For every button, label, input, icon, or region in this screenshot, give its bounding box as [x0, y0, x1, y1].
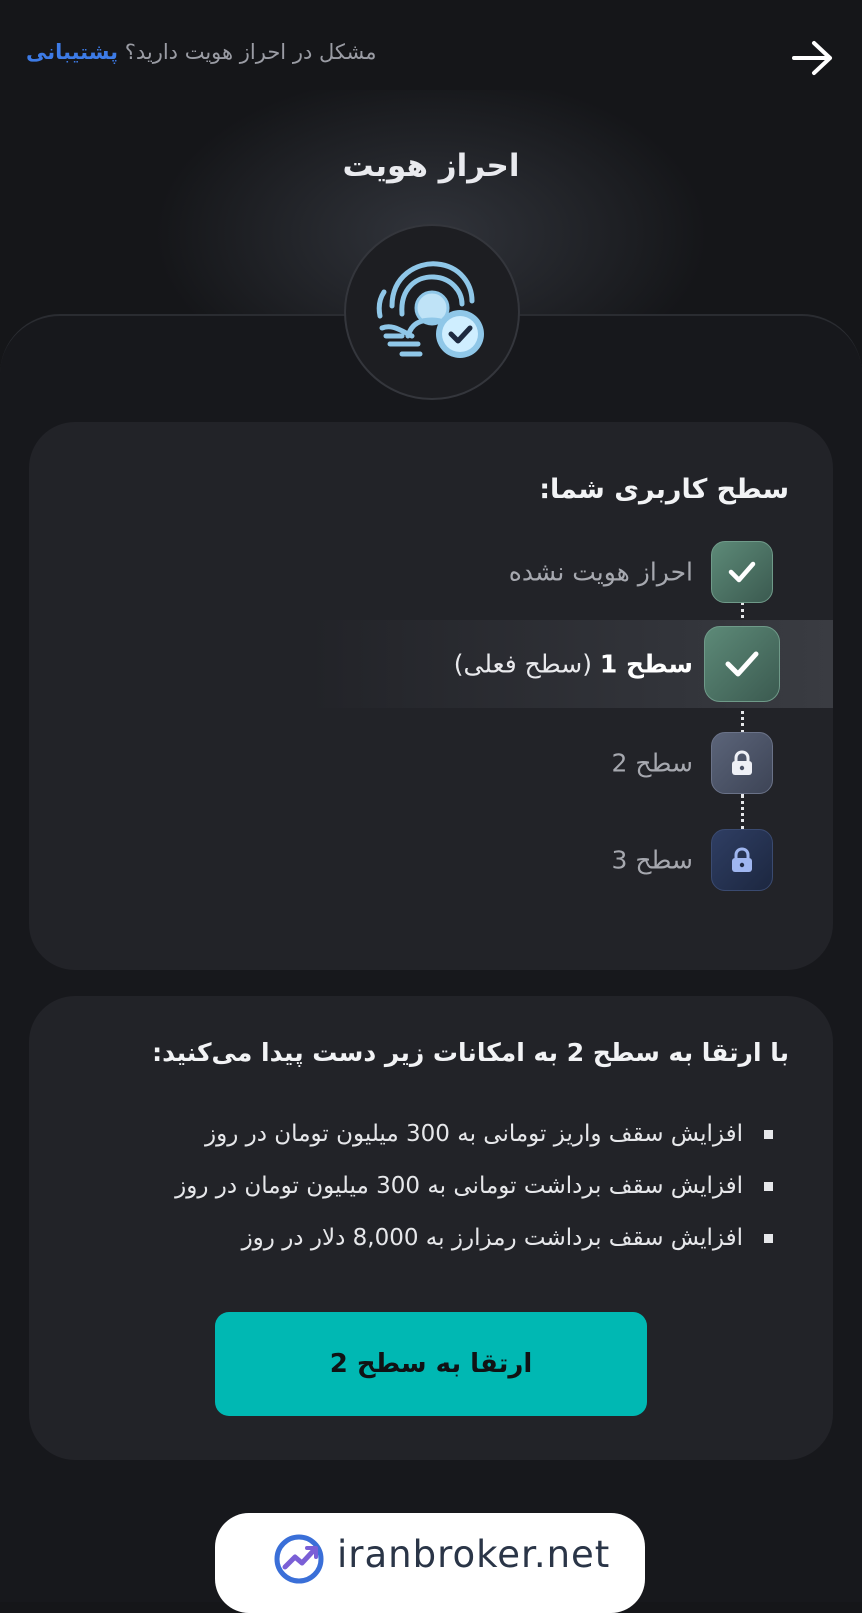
level-item-3: سطح 3 [29, 825, 833, 895]
feature-text: افزایش سقف واریز تومانی به 300 میلیون تو… [205, 1121, 743, 1147]
level-item-2: سطح 2 [29, 728, 833, 798]
support-link[interactable]: پشتیبانی [26, 40, 118, 64]
check-icon [704, 626, 780, 702]
support-prompt: مشکل در احراز هویت دارید؟ پشتیبانی [26, 40, 376, 64]
list-item: افزایش سقف واریز تومانی به 300 میلیون تو… [55, 1108, 775, 1160]
bullet-icon [764, 1234, 773, 1243]
level-label: سطح 3 [611, 845, 693, 875]
user-level-title: سطح کاربری شما: [539, 474, 789, 505]
identity-badge [344, 224, 520, 400]
bullet-icon [764, 1182, 773, 1191]
level-name: سطح 1 [599, 649, 693, 679]
support-question: مشکل در احراز هویت دارید؟ [124, 40, 377, 64]
level-label: سطح 1 (سطح فعلی) [454, 650, 693, 679]
iranbroker-logo-icon [274, 1534, 324, 1584]
watermark-text: iranbroker.net [337, 1533, 611, 1576]
list-item: افزایش سقف برداشت تومانی به 300 میلیون ت… [55, 1160, 775, 1212]
level-item-1-current: سطح 1 (سطح فعلی) [29, 620, 833, 708]
lock-icon [711, 732, 773, 794]
page-title: احراز هویت [342, 148, 520, 184]
feature-text: افزایش سقف برداشت تومانی به 300 میلیون ت… [175, 1173, 743, 1199]
feature-list: افزایش سقف واریز تومانی به 300 میلیون تو… [55, 1108, 775, 1264]
upgrade-button[interactable]: ارتقا به سطح 2 [215, 1312, 647, 1416]
arrow-right-icon[interactable] [790, 38, 836, 78]
level-label: سطح 2 [611, 748, 693, 778]
current-level-note: (سطح فعلی) [453, 649, 592, 679]
fingerprint-verified-icon [376, 261, 484, 358]
check-icon [711, 541, 773, 603]
bullet-icon [764, 1130, 773, 1139]
level-item-unverified: احراز هویت نشده [29, 537, 833, 607]
lock-icon [711, 829, 773, 891]
user-level-card: سطح کاربری شما: احراز هویت نشده سطح 1 (س… [29, 422, 833, 970]
list-item: افزایش سقف برداشت رمزارز به 8,000 دلار د… [55, 1212, 775, 1264]
level-label: احراز هویت نشده [508, 557, 693, 587]
feature-text: افزایش سقف برداشت رمزارز به 8,000 دلار د… [241, 1225, 743, 1251]
upgrade-title: با ارتقا به سطح 2 به امکانات زیر دست پید… [152, 1038, 789, 1067]
upgrade-card: با ارتقا به سطح 2 به امکانات زیر دست پید… [29, 996, 833, 1460]
watermark: iranbroker.net [215, 1513, 645, 1613]
